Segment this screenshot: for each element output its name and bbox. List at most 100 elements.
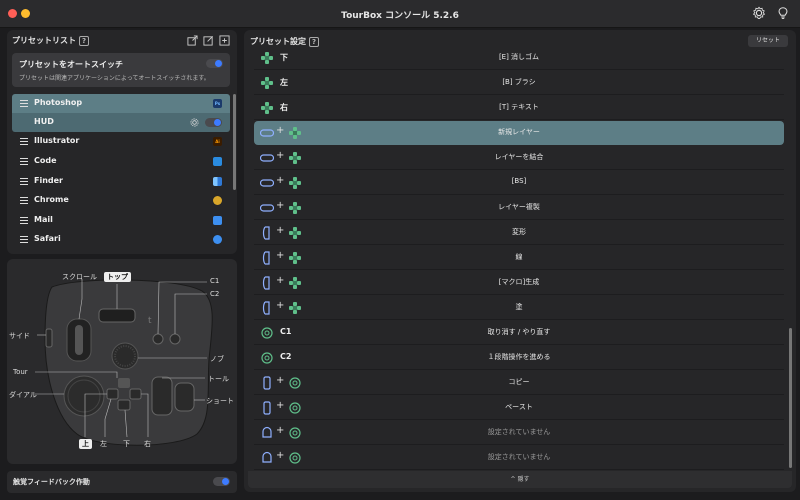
app-item-finder[interactable]: Finder — [12, 172, 230, 191]
mapping-row[interactable]: + 設定されていません — [254, 446, 784, 470]
haptic-feedback-label: 触覚フィードバック作動 — [13, 478, 90, 486]
preset-list-header: プリセットリスト? — [12, 35, 89, 46]
auto-switch-toggle[interactable] — [206, 59, 223, 68]
chrome-icon — [213, 196, 222, 205]
tour-label[interactable]: Tour — [13, 368, 28, 376]
tall-label[interactable]: トール — [208, 374, 229, 384]
action-label: [マクロ]生成 — [498, 278, 540, 286]
auto-switch-description: プリセットは関連アプリケーションによってオートスイッチされます。 — [19, 75, 210, 82]
app-name: Photoshop — [34, 98, 83, 107]
app-item-code[interactable]: Code — [12, 152, 230, 171]
auto-switch-title: プリセットをオートスイッチ — [19, 60, 123, 69]
scroll-label[interactable]: スクロール — [62, 272, 97, 282]
mapping-row[interactable]: 左 [B] ブラシ — [254, 71, 784, 95]
mail-icon — [213, 216, 222, 225]
app-name: Chrome — [34, 195, 69, 204]
down-label[interactable]: 下 — [123, 439, 130, 449]
mapping-row[interactable]: + レイヤーを結合 — [254, 146, 784, 170]
top-label[interactable]: トップ — [104, 272, 131, 282]
action-label: 取り消す / やり直す — [487, 328, 551, 336]
auto-switch-box: プリセットをオートスイッチ プリセットは関連アプリケーションによってオートスイッ… — [12, 53, 230, 87]
action-label: [E] 消しゴム — [498, 53, 540, 61]
app-item-chrome[interactable]: Chrome — [12, 191, 230, 210]
mapping-row[interactable]: + 新規レイヤー — [254, 121, 784, 145]
mapping-row[interactable]: + ペースト — [254, 396, 784, 420]
hud-settings-gear-icon[interactable] — [190, 118, 199, 127]
app-item-photoshop[interactable]: Photoshop Ps — [12, 94, 230, 113]
hide-panel-button[interactable]: ^ 隠す — [248, 471, 792, 488]
settings-gear-icon[interactable] — [752, 6, 766, 20]
haptic-feedback-row: 触覚フィードバック作動 — [7, 471, 237, 493]
window-title: TourBox コンソール 5.2.6 — [341, 11, 459, 21]
drag-handle-icon[interactable] — [20, 158, 28, 165]
action-label: レイヤーを結合 — [494, 153, 544, 161]
knob-label[interactable]: ノブ — [210, 354, 224, 364]
action-label: [T] テキスト — [499, 103, 539, 111]
up-label[interactable]: 上 — [79, 439, 92, 449]
app-name: Safari — [34, 234, 61, 243]
mapping-row[interactable]: C1 取り消す / やり直す — [254, 321, 784, 345]
safari-icon — [213, 235, 222, 244]
preset-list-title: プリセットリスト — [12, 36, 76, 45]
mapping-row[interactable]: + 塗 — [254, 296, 784, 320]
preset-settings-title: プリセット設定 — [250, 37, 306, 46]
haptic-feedback-toggle[interactable] — [213, 477, 230, 486]
drag-handle-icon[interactable] — [20, 100, 28, 107]
device-diagram-panel: t スクロール トップ C1 C2 サイド ノブ Tour トール ダイアル シ… — [7, 259, 237, 464]
app-name: HUD — [34, 117, 54, 126]
app-name: Finder — [34, 176, 63, 185]
preset-settings-help-icon[interactable]: ? — [309, 36, 319, 47]
action-label: 設定されていません — [487, 428, 551, 436]
app-item-hud[interactable]: HUD — [12, 113, 230, 132]
drag-handle-icon[interactable] — [20, 217, 28, 224]
mapping-row[interactable]: + [マクロ]生成 — [254, 271, 784, 295]
drag-handle-icon[interactable] — [20, 197, 28, 204]
mapping-row[interactable]: 右 [T] テキスト — [254, 96, 784, 120]
drag-handle-icon[interactable] — [20, 236, 28, 243]
drag-handle-icon[interactable] — [20, 138, 28, 145]
action-label: ペースト — [505, 403, 533, 411]
dial-label[interactable]: ダイアル — [9, 390, 37, 400]
svg-text:t: t — [148, 316, 152, 326]
app-name: Code — [34, 156, 57, 165]
export-icon[interactable] — [187, 35, 198, 46]
mapping-row[interactable]: + コピー — [254, 371, 784, 395]
lightbulb-icon[interactable] — [776, 6, 790, 20]
edit-icon[interactable] — [203, 35, 214, 46]
action-label: [BS] — [511, 177, 527, 185]
mapping-row[interactable]: 下 [E] 消しゴム — [254, 46, 784, 70]
left-label[interactable]: 左 — [100, 439, 107, 449]
short-label[interactable]: ショート — [206, 396, 234, 406]
preset-list-scrollbar[interactable] — [233, 94, 236, 190]
mapping-row[interactable]: + 線 — [254, 246, 784, 270]
mapping-row[interactable]: C2 １段階操作を進める — [254, 346, 784, 370]
add-preset-icon[interactable] — [219, 35, 230, 46]
mapping-row[interactable]: + 変形 — [254, 221, 784, 245]
mapping-row[interactable]: + レイヤー複製 — [254, 196, 784, 220]
app-item-safari[interactable]: Safari — [12, 230, 230, 249]
mapping-row[interactable]: + 設定されていません — [254, 421, 784, 445]
illustrator-icon: Ai — [213, 137, 222, 146]
mapping-row[interactable]: + [BS] — [254, 171, 784, 195]
action-label: コピー — [508, 378, 530, 386]
finder-icon — [213, 177, 222, 186]
settings-scrollbar[interactable] — [789, 328, 792, 468]
c1-label[interactable]: C1 — [210, 277, 219, 285]
tourbox-device-illustration: t — [35, 279, 213, 446]
app-item-illustrator[interactable]: Illustrator Ai — [12, 132, 230, 151]
title-bar: TourBox コンソール 5.2.6 — [0, 0, 800, 28]
action-label: レイヤー複製 — [498, 203, 540, 211]
photoshop-icon: Ps — [213, 99, 222, 108]
preset-list-help-icon[interactable]: ? — [79, 35, 89, 46]
action-label: [B] ブラシ — [502, 78, 536, 86]
action-label: 塗 — [515, 303, 523, 311]
side-label[interactable]: サイド — [9, 331, 30, 341]
right-label[interactable]: 右 — [144, 439, 151, 449]
action-label: １段階操作を進める — [487, 353, 551, 361]
c2-label[interactable]: C2 — [210, 290, 219, 298]
hud-toggle[interactable] — [205, 118, 222, 127]
app-item-mail[interactable]: Mail — [12, 211, 230, 230]
action-label: 新規レイヤー — [498, 128, 540, 136]
app-name: Mail — [34, 215, 53, 224]
drag-handle-icon[interactable] — [20, 178, 28, 185]
